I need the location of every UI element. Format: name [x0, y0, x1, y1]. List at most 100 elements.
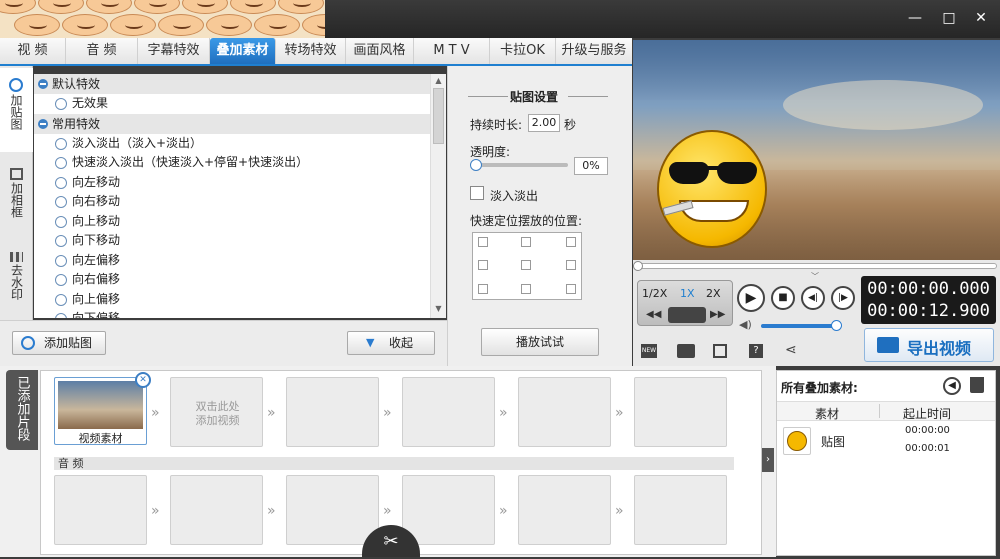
minimize-button[interactable]: — — [904, 8, 926, 28]
scroll-down-icon[interactable]: ▼ — [433, 304, 444, 314]
audio-clip-slot[interactable] — [170, 475, 263, 545]
position-cell[interactable] — [566, 284, 576, 294]
new-project-icon[interactable]: NEW — [641, 344, 657, 358]
play-button[interactable]: ▶ — [737, 284, 765, 312]
empty-clip-slot[interactable]: 双击此处 添加视频 — [170, 377, 263, 447]
volume-slider[interactable] — [761, 324, 837, 328]
position-cell[interactable] — [478, 284, 488, 294]
effect-item[interactable]: 快速淡入淡出（快速淡入+停留+快速淡出） — [34, 153, 430, 173]
duration-input[interactable]: 2.00 — [528, 114, 560, 132]
play-test-button[interactable]: 播放试试 — [481, 328, 599, 356]
tab-upgrade-service[interactable]: 升级与服务 — [556, 38, 632, 64]
effect-item[interactable]: 向左移动 — [34, 173, 430, 193]
effect-item[interactable]: 向上移动 — [34, 212, 430, 232]
speed-1x[interactable]: 1X — [680, 287, 695, 300]
sticker-smiley[interactable] — [657, 130, 767, 248]
save-icon[interactable] — [713, 344, 727, 358]
duration-unit: 秒 — [564, 118, 577, 132]
effect-item[interactable]: 向下移动 — [34, 231, 430, 251]
position-cell[interactable] — [521, 284, 531, 294]
back-icon[interactable]: ◀ — [943, 377, 961, 395]
opacity-input[interactable]: 0% — [574, 157, 608, 175]
effect-item[interactable]: 向下偏移 — [34, 309, 430, 318]
audio-clip-slot[interactable] — [518, 475, 611, 545]
empty-clip-slot[interactable] — [402, 377, 495, 447]
position-cell[interactable] — [521, 260, 531, 270]
effect-item[interactable]: 向上偏移 — [34, 290, 430, 310]
tab-mtv[interactable]: M T V — [414, 38, 490, 64]
volume-handle[interactable] — [831, 320, 842, 331]
empty-clip-slot[interactable] — [286, 377, 379, 447]
add-video-hint: 添加视频 — [195, 414, 240, 427]
tab-overlay-material[interactable]: 叠加素材 — [210, 38, 276, 64]
opacity-slider-handle[interactable] — [470, 159, 482, 171]
audio-clip-slot[interactable] — [634, 475, 727, 545]
help-icon[interactable]: ? — [749, 344, 763, 358]
effect-item[interactable]: 淡入淡出（淡入+淡出） — [34, 134, 430, 154]
col-material: 素材 — [815, 407, 840, 421]
collapse-button[interactable]: ▼ 收起 — [347, 331, 435, 355]
next-arrow-icon: » — [383, 503, 392, 519]
overlay-row[interactable]: 贴图 00:00:00 00:00:01 — [777, 423, 995, 459]
next-frame-button[interactable]: |▶ — [831, 286, 855, 310]
scroll-thumb[interactable] — [433, 88, 444, 144]
video-clip[interactable]: 视频素材 — [54, 377, 147, 445]
effect-item[interactable]: 向左偏移 — [34, 251, 430, 271]
empty-clip-slot[interactable] — [634, 377, 727, 447]
col-start-time: 起止时间 — [903, 407, 952, 421]
effects-scrollbar[interactable]: ▲ ▼ — [430, 74, 446, 318]
open-folder-icon[interactable] — [677, 344, 695, 358]
position-cell[interactable] — [566, 260, 576, 270]
remove-clip-icon[interactable]: ✕ — [135, 372, 151, 388]
video-clip-label: 视频素材 — [78, 432, 123, 445]
speed-half[interactable]: 1/2X — [642, 287, 667, 300]
prev-frame-button[interactable]: ◀| — [801, 286, 825, 310]
tab-audio[interactable]: 音 频 — [66, 38, 138, 64]
tab-transition-effects[interactable]: 转场特效 — [276, 38, 346, 64]
added-segments-tab[interactable]: 已添加片段 — [6, 370, 38, 450]
audio-clip-slot[interactable] — [286, 475, 379, 545]
video-thumbnail — [58, 381, 143, 429]
group-default-effects[interactable]: 默认特效 — [34, 74, 430, 94]
add-sticker-button[interactable]: 添加贴图 — [12, 331, 106, 355]
fade-checkbox[interactable] — [470, 186, 484, 200]
stop-button[interactable]: ■ — [771, 286, 795, 310]
close-button[interactable]: ✕ — [970, 8, 992, 28]
trash-icon[interactable] — [970, 377, 984, 393]
position-cell[interactable] — [566, 237, 576, 247]
next-arrow-icon: » — [615, 405, 624, 421]
audio-clip-slot[interactable] — [402, 475, 495, 545]
scroll-up-icon[interactable]: ▲ — [433, 76, 444, 86]
share-icon[interactable]: ⋖ — [785, 342, 797, 358]
speed-slider[interactable] — [668, 307, 706, 323]
tab-picture-style[interactable]: 画面风格 — [346, 38, 414, 64]
fast-forward-icon[interactable]: ▶▶ — [710, 309, 725, 320]
empty-clip-slot[interactable] — [518, 377, 611, 447]
maximize-button[interactable]: □ — [938, 8, 960, 28]
tab-subtitle-effects[interactable]: 字幕特效 — [138, 38, 210, 64]
side-tab-remove-watermark[interactable]: 去水印 — [0, 242, 33, 320]
progress-bar[interactable] — [635, 263, 997, 269]
tab-video[interactable]: 视 频 — [0, 38, 66, 64]
position-cell[interactable] — [478, 260, 488, 270]
expand-panel-icon[interactable]: › — [762, 448, 774, 472]
opacity-slider[interactable] — [472, 163, 568, 167]
next-arrow-icon: » — [151, 405, 160, 421]
audio-clip-slot[interactable] — [54, 475, 147, 545]
speed-2x[interactable]: 2X — [706, 287, 721, 300]
export-video-button[interactable]: 导出视频 — [864, 328, 994, 362]
position-cell[interactable] — [478, 237, 488, 247]
rewind-icon[interactable]: ◀◀ — [646, 309, 661, 320]
effect-item[interactable]: 向右移动 — [34, 192, 430, 212]
effect-item[interactable]: 向右偏移 — [34, 270, 430, 290]
tab-karaoke[interactable]: 卡拉OK — [490, 38, 556, 64]
effect-item[interactable]: 无效果 — [34, 94, 430, 114]
effects-list: 默认特效 无效果 常用特效 淡入淡出（淡入+淡出） 快速淡入淡出（快速淡入+停留… — [34, 74, 430, 318]
position-cell[interactable] — [521, 237, 531, 247]
expand-icon[interactable]: ﹀ — [811, 271, 819, 282]
volume-icon[interactable]: ◀) — [739, 318, 752, 331]
progress-handle[interactable] — [633, 261, 643, 271]
group-common-effects[interactable]: 常用特效 — [34, 113, 430, 134]
side-tab-add-sticker[interactable]: 加贴图 — [0, 68, 33, 152]
side-tab-add-frame[interactable]: 加相框 — [0, 158, 33, 236]
